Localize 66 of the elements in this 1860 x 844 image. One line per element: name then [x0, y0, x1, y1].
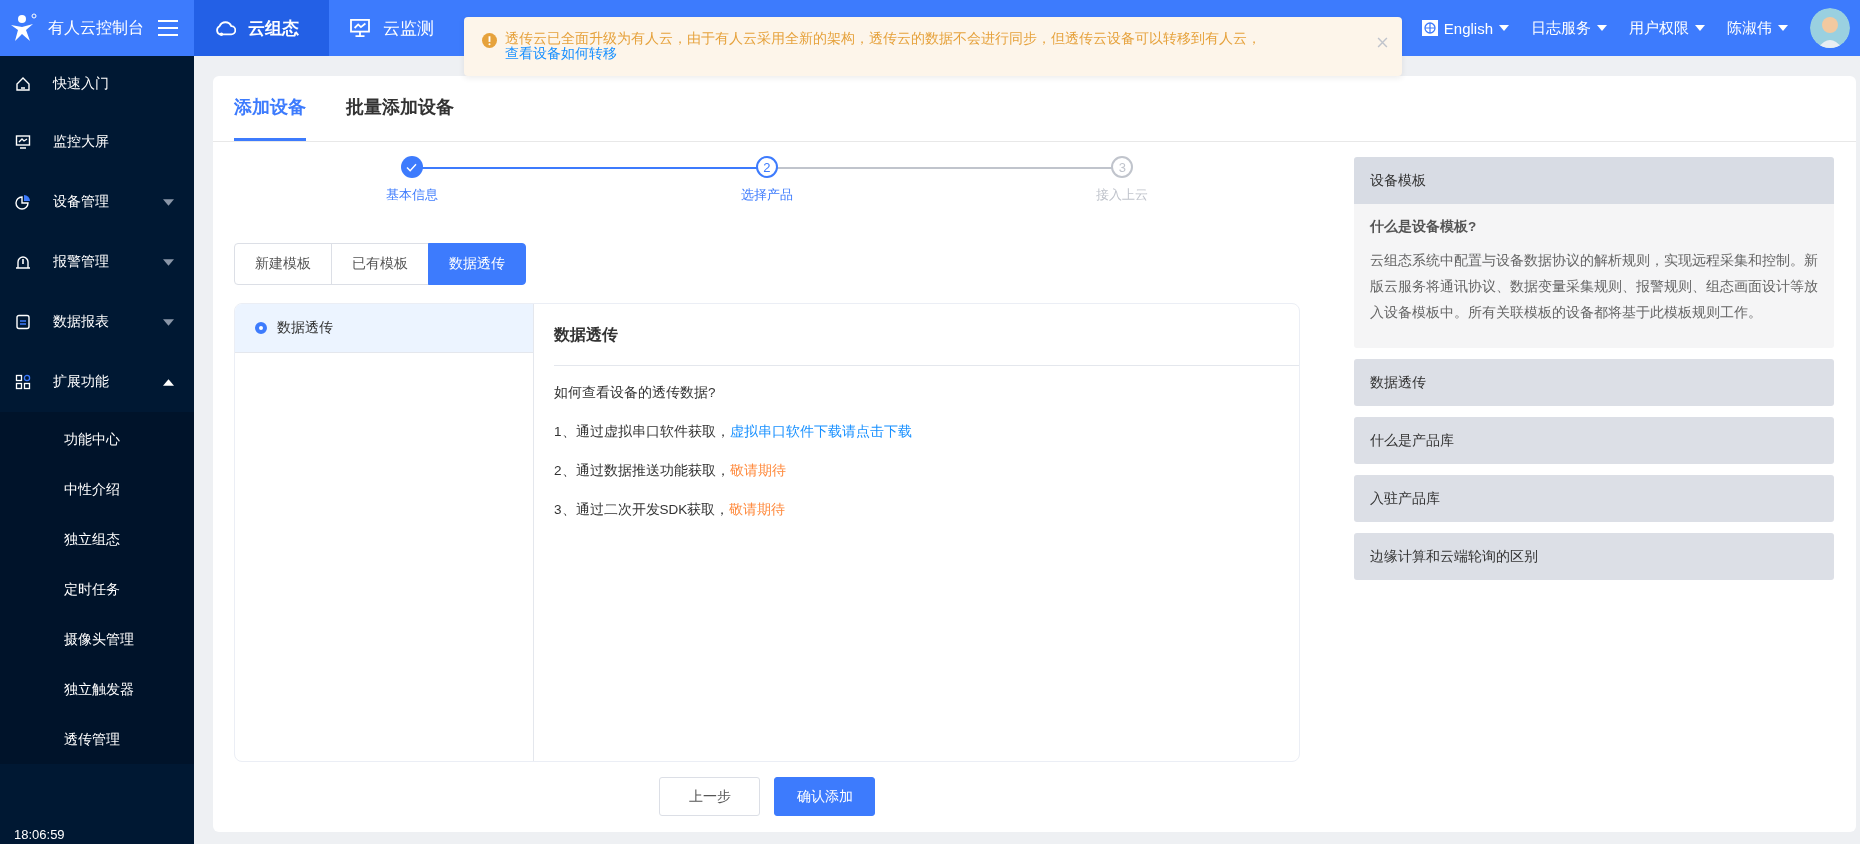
- menu-icon[interactable]: [158, 20, 178, 36]
- confirm-button[interactable]: 确认添加: [774, 777, 875, 816]
- pie-chart-icon: [15, 194, 31, 210]
- help-accordion-header[interactable]: 设备模板: [1354, 157, 1834, 204]
- clock-time: 18:06:59: [13, 827, 66, 844]
- top-menu-dropdown[interactable]: English: [1421, 19, 1509, 37]
- sidebar-subitem[interactable]: 独立组态: [0, 514, 194, 564]
- step-label: 基本信息: [385, 186, 438, 204]
- top-menu-dropdown[interactable]: 用户权限: [1629, 18, 1705, 38]
- segment-tab[interactable]: 新建模板: [234, 243, 332, 285]
- segment-tab[interactable]: 数据透传: [428, 243, 526, 285]
- sidebar-subitem[interactable]: 摄像头管理: [0, 614, 194, 664]
- document-icon: [15, 314, 31, 330]
- help-accordion-header[interactable]: 边缘计算和云端轮询的区别: [1354, 533, 1834, 580]
- alarm-icon: [15, 254, 31, 270]
- top-menu-dropdown[interactable]: 日志服务: [1531, 18, 1607, 38]
- sidebar-subitem[interactable]: 独立触发器: [0, 664, 194, 714]
- caret-icon: [1597, 25, 1607, 31]
- help-heading: 什么是设备模板?: [1370, 218, 1478, 236]
- option-label: 数据透传: [277, 319, 333, 337]
- apps-icon: [15, 374, 31, 390]
- notification-text: 透传云已全面升级为有人云，由于有人云采用全新的架构，透传云的数据不会进行同步，但透传云设备可以转移到有人云， 查看设备如何转移: [505, 31, 1262, 61]
- step-label: 选择产品: [741, 186, 793, 204]
- instruction-text: 3、通过二次开发SDK获取，敬请期待: [554, 501, 787, 519]
- sidebar-subitem[interactable]: 功能中心: [0, 414, 194, 464]
- tab[interactable]: 批量添加设备: [346, 76, 454, 141]
- instruction-text: 1、通过虚拟串口软件获取，虚拟串口软件下载请点击下载: [554, 423, 913, 441]
- sidebar-subitem[interactable]: 中性介绍: [0, 464, 194, 514]
- sidebar-subitem[interactable]: 定时任务: [0, 564, 194, 614]
- help-accordion-header[interactable]: 入驻产品库: [1354, 475, 1834, 522]
- help-accordion-header[interactable]: 数据透传: [1354, 359, 1834, 406]
- warning-icon: [482, 33, 497, 48]
- tab[interactable]: 添加设备: [234, 76, 306, 141]
- sidebar-item[interactable]: 监控大屏: [0, 112, 194, 172]
- detail-title: 数据透传: [554, 305, 1299, 366]
- monitor-icon: [15, 134, 31, 150]
- sidebar-item[interactable]: 扩展功能: [0, 352, 194, 412]
- top-nav-tab[interactable]: 云组态: [194, 0, 329, 56]
- avatar[interactable]: [1810, 8, 1850, 48]
- help-paragraph: 云组态系统中配置与设备数据协议的解析规则，实现远程采集和控制。新版云服务将通讯协议、数据变量采集规则、报警规则、组态画面设计等放入设备模板中。所有关联模板的设备都将基于此模板规则工作。: [1370, 252, 1818, 322]
- caret-icon: [1695, 25, 1705, 31]
- instruction-text: 2、通过数据推送功能获取，敬请期待: [554, 462, 787, 480]
- monitor-icon: [349, 19, 371, 37]
- caret-icon: [1499, 25, 1509, 31]
- pending-note: 敬请期待: [729, 463, 786, 478]
- step-label: 接入上云: [1096, 186, 1149, 204]
- sidebar-subitem[interactable]: 透传管理: [0, 714, 194, 764]
- top-menu-dropdown[interactable]: 陈淑伟: [1727, 18, 1788, 38]
- back-button[interactable]: 上一步: [659, 777, 760, 816]
- step-indicator: 3: [1111, 156, 1134, 178]
- cloud-icon: [214, 19, 236, 37]
- step-indicator: 2: [756, 156, 778, 178]
- radio-button[interactable]: [255, 322, 267, 334]
- caret-icon: [1778, 25, 1788, 31]
- top-nav-tab[interactable]: 云监测: [329, 0, 454, 56]
- home-icon: [15, 76, 31, 92]
- sidebar-item[interactable]: 设备管理: [0, 172, 194, 232]
- question-text: 如何查看设备的透传数据?: [554, 384, 717, 402]
- sidebar-item[interactable]: 数据报表: [0, 292, 194, 352]
- sidebar-item[interactable]: 快速入门: [0, 56, 194, 112]
- app-title: 有人云控制台: [48, 17, 144, 38]
- pending-note: 敬请期待: [729, 502, 786, 517]
- sidebar-item[interactable]: 报警管理: [0, 232, 194, 292]
- option-item[interactable]: 数据透传: [235, 304, 533, 353]
- help-accordion-header[interactable]: 什么是产品库: [1354, 417, 1834, 464]
- globe-icon: [1421, 20, 1438, 36]
